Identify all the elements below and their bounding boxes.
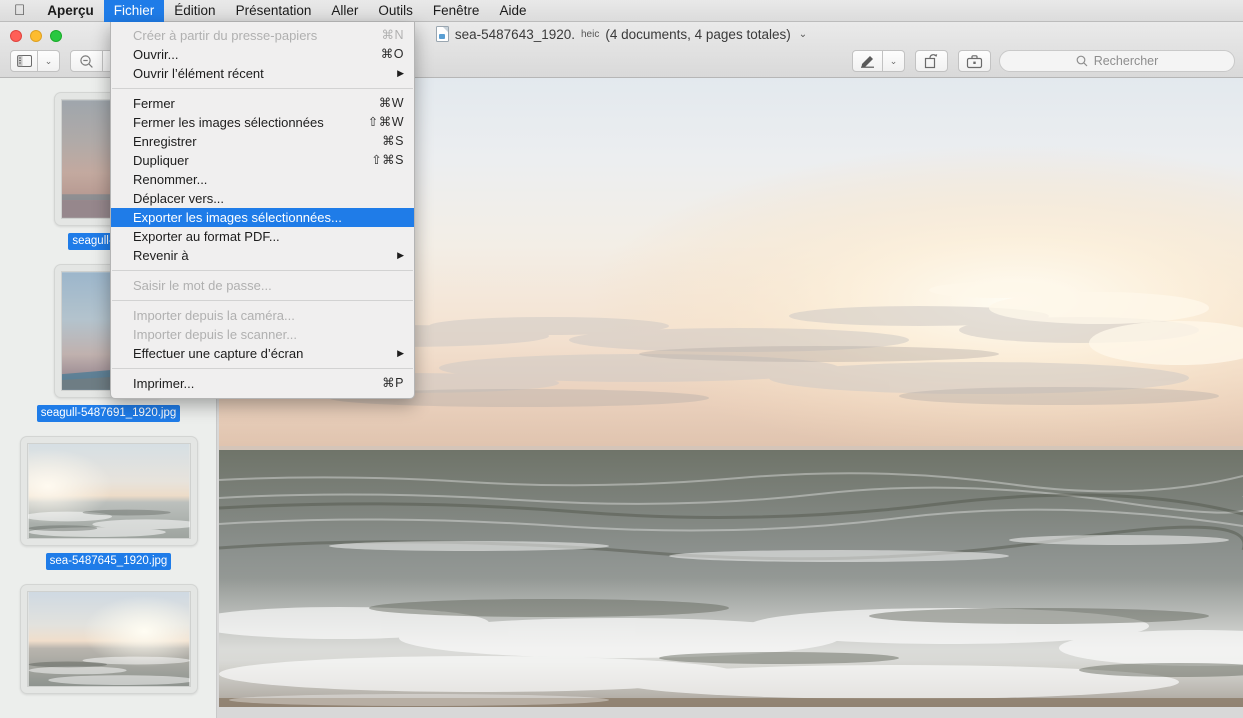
markup-pen-icon[interactable]	[852, 50, 883, 72]
menu-item-label: Renommer...	[133, 170, 404, 189]
menu-item-shortcut: ⌘W	[379, 94, 404, 113]
menu-item-label: Ouvrir...	[133, 45, 381, 64]
sidebar-view-chevron-down-icon[interactable]: ⌄	[38, 50, 60, 72]
menu-item-exporter-au-format-pdf[interactable]: Exporter au format PDF...	[111, 227, 414, 246]
menu-item-renommer[interactable]: Renommer...	[111, 170, 414, 189]
menu-bar-items: AperçuFichierÉditionPrésentationAllerOut…	[37, 0, 536, 22]
menu-item-label: Fermer	[133, 94, 379, 113]
markup-chevron-down-icon[interactable]: ⌄	[883, 50, 905, 72]
screen:  AperçuFichierÉditionPrésentationAllerO…	[0, 0, 1243, 718]
menu-item-label: Exporter au format PDF...	[133, 227, 404, 246]
menu-item-label: Enregistrer	[133, 132, 382, 151]
menu-bar-item-aller[interactable]: Aller	[321, 0, 368, 22]
briefcase-glyph	[966, 54, 983, 69]
menu-item-enregistrer[interactable]: Enregistrer⌘S	[111, 132, 414, 151]
apple-logo-icon[interactable]: 	[0, 0, 37, 22]
menu-item-crer-partir-du-pressepapiers: Créer à partir du presse-papiers⌘N	[111, 26, 414, 45]
menu-item-label: Saisir le mot de passe...	[133, 276, 404, 295]
menu-bar-item-aide[interactable]: Aide	[489, 0, 536, 22]
toolkit-icon[interactable]	[958, 50, 991, 72]
menu-item-importer-depuis-la-camra: Importer depuis la caméra...	[111, 306, 414, 325]
menu-item-fermer-les-images-slectionnes[interactable]: Fermer les images sélectionnées⇧⌘W	[111, 113, 414, 132]
menu-item-label: Fermer les images sélectionnées	[133, 113, 368, 132]
menu-item-label: Déplacer vers...	[133, 189, 404, 208]
document-icon	[436, 26, 449, 42]
menu-bar-item-outils[interactable]: Outils	[368, 0, 423, 22]
pen-glyph	[860, 54, 875, 68]
menu-separator	[112, 368, 413, 369]
menu-bar-item-fentre[interactable]: Fenêtre	[423, 0, 490, 22]
submenu-arrow-icon: ▶	[397, 246, 404, 265]
thumbnail-frame[interactable]	[20, 584, 198, 694]
thumbnail-item[interactable]: sea-5487645_1920.jpg	[0, 422, 217, 570]
menu-item-label: Importer depuis le scanner...	[133, 325, 404, 344]
magnifier-minus-glyph	[79, 54, 94, 69]
markup-group: ⌄	[852, 50, 905, 72]
menu-item-shortcut: ⌘O	[381, 45, 404, 64]
menu-item-shortcut: ⌘N	[381, 26, 404, 45]
menu-item-imprimer[interactable]: Imprimer...⌘P	[111, 374, 414, 393]
menu-item-ouvrir[interactable]: Ouvrir...⌘O	[111, 45, 414, 64]
submenu-arrow-icon: ▶	[397, 344, 404, 363]
sidebar-view-icon[interactable]	[10, 50, 38, 72]
menu-item-label: Créer à partir du presse-papiers	[133, 26, 381, 45]
menu-item-shortcut: ⌘S	[382, 132, 404, 151]
document-count: (4 documents, 4 pages totales)	[605, 27, 790, 42]
file-menu-dropdown[interactable]: Créer à partir du presse-papiers⌘NOuvrir…	[110, 22, 415, 399]
document-extension: heic	[581, 29, 599, 40]
rotate-glyph	[923, 53, 940, 69]
thumbnail-label[interactable]: sea-5487645_1920.jpg	[46, 553, 172, 570]
thumbnail-image	[27, 443, 191, 539]
menu-item-label: Importer depuis la caméra...	[133, 306, 404, 325]
menu-item-shortcut: ⇧⌘S	[371, 151, 404, 170]
menu-item-exporter-les-images-slectionnes[interactable]: Exporter les images sélectionnées...	[111, 208, 414, 227]
submenu-arrow-icon: ▶	[397, 64, 404, 83]
menu-separator	[112, 270, 413, 271]
menu-item-revenir[interactable]: Revenir à▶	[111, 246, 414, 265]
menu-item-label: Exporter les images sélectionnées...	[133, 208, 404, 227]
menu-item-label: Imprimer...	[133, 374, 382, 393]
menu-item-dplacer-vers[interactable]: Déplacer vers...	[111, 189, 414, 208]
search-placeholder-text: Rechercher	[1094, 54, 1159, 68]
menu-item-label: Ouvrir l’élément récent	[133, 64, 397, 83]
menu-item-importer-depuis-le-scanner: Importer depuis le scanner...	[111, 325, 414, 344]
chevron-down-icon[interactable]: ⌄	[799, 29, 807, 40]
menu-item-fermer[interactable]: Fermer⌘W	[111, 94, 414, 113]
menu-item-dupliquer[interactable]: Dupliquer⇧⌘S	[111, 151, 414, 170]
search-icon	[1076, 55, 1088, 67]
thumbnail-label[interactable]: seagull-5487691_1920.jpg	[37, 405, 181, 422]
zoom-out-icon[interactable]	[70, 50, 103, 72]
menu-item-saisir-le-mot-de-passe: Saisir le mot de passe...	[111, 276, 414, 295]
menu-separator	[112, 88, 413, 89]
sidebar-view-group: ⌄	[10, 50, 60, 72]
menu-item-label: Revenir à	[133, 246, 397, 265]
search-input[interactable]: Rechercher	[999, 50, 1235, 72]
menu-bar-item-fichier[interactable]: Fichier	[104, 0, 165, 22]
thumbnail-item[interactable]	[0, 570, 217, 694]
toolbar-right-group: ⌄	[852, 50, 991, 72]
menu-item-shortcut: ⌘P	[382, 374, 404, 393]
menu-separator	[112, 300, 413, 301]
file-menu-items: Créer à partir du presse-papiers⌘NOuvrir…	[111, 26, 414, 393]
menu-bar-item-aperu[interactable]: Aperçu	[37, 0, 104, 22]
menu-item-effectuer-une-capture-dcran[interactable]: Effectuer une capture d’écran▶	[111, 344, 414, 363]
menu-bar:  AperçuFichierÉditionPrésentationAllerO…	[0, 0, 1243, 22]
thumbnail-frame[interactable]	[20, 436, 198, 546]
sidebar-glyph	[17, 55, 32, 67]
menu-item-shortcut: ⇧⌘W	[368, 113, 404, 132]
thumbnail-image	[27, 591, 191, 687]
menu-item-ouvrir-llment-rcent[interactable]: Ouvrir l’élément récent▶	[111, 64, 414, 83]
menu-bar-item-dition[interactable]: Édition	[164, 0, 225, 22]
menu-item-label: Dupliquer	[133, 151, 371, 170]
menu-bar-item-prsentation[interactable]: Présentation	[226, 0, 322, 22]
menu-item-label: Effectuer une capture d’écran	[133, 344, 397, 363]
document-filename: sea-5487643_1920.	[455, 27, 575, 42]
rotate-left-icon[interactable]	[915, 50, 948, 72]
